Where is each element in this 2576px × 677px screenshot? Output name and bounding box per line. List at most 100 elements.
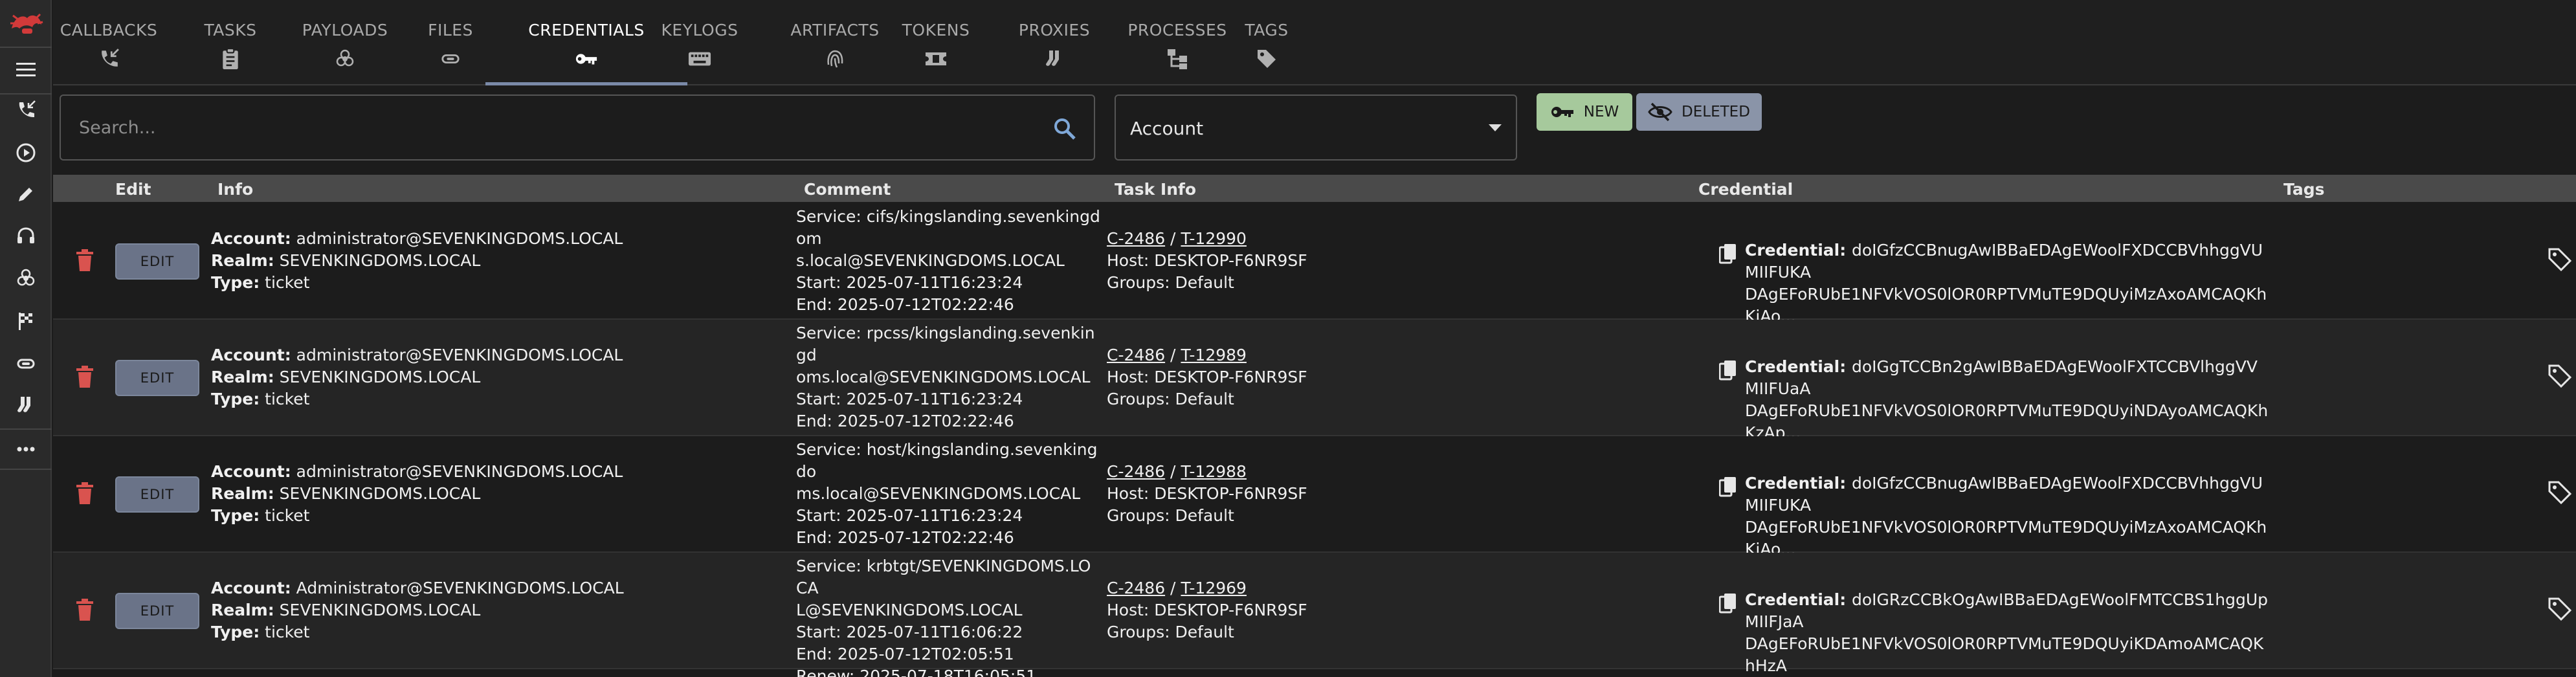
add-tag-icon[interactable] [2548, 480, 2572, 505]
task-groups: Groups: Default [1107, 505, 1307, 527]
credential-value: Credential: doIGfzCCBnugAwIBBaEDAgEWoolF… [1719, 239, 2269, 327]
info-type-label: Type: [211, 506, 260, 525]
paperclip-icon [439, 47, 462, 71]
socks-icon[interactable] [13, 392, 39, 418]
comment-line: End: 2025-07-12T02:22:46 [796, 528, 1014, 547]
task-groups-value: Default [1175, 506, 1234, 525]
credential-label: Credential: [1745, 474, 1852, 493]
credential-comment: Service: rpcss/kingslanding.sevenkingd om… [796, 322, 1100, 454]
add-tag-icon[interactable] [2548, 364, 2572, 388]
task-host-label: Host: [1107, 601, 1155, 619]
copy-icon[interactable] [1719, 360, 1737, 381]
info-realm-value: SEVENKINGDOMS.LOCAL [274, 251, 481, 270]
callback-link[interactable]: C-2486 [1107, 579, 1165, 597]
task-link[interactable]: T-12988 [1181, 462, 1247, 481]
comment-line: L@SEVENKINGDOMS.LOCAL [796, 601, 1023, 619]
add-tag-icon[interactable] [2548, 597, 2572, 621]
delete-icon[interactable] [75, 598, 94, 621]
info-realm-value: SEVENKINGDOMS.LOCAL [274, 601, 481, 619]
search-placeholder: Search... [79, 118, 156, 138]
add-tag-icon[interactable] [2548, 247, 2572, 272]
biohazard-icon[interactable] [13, 265, 39, 291]
info-realm: Realm: SEVENKINGDOMS.LOCAL [211, 250, 623, 272]
search-field-select[interactable]: Account [1115, 94, 1517, 161]
edit-button[interactable]: EDIT [115, 360, 199, 396]
delete-icon[interactable] [75, 365, 94, 388]
task-separator: / [1165, 346, 1181, 364]
tab-files-label: FILES [428, 21, 473, 39]
info-account-label: Account: [211, 579, 291, 597]
edit-button[interactable]: EDIT [115, 593, 199, 629]
task-groups: Groups: Default [1107, 388, 1307, 410]
clipboard-icon [219, 47, 242, 71]
task-links: C-2486 / T-12988 [1107, 461, 1307, 483]
paperclip-icon[interactable] [13, 351, 39, 377]
callback-link[interactable]: C-2486 [1107, 462, 1165, 481]
task-groups-value: Default [1175, 273, 1234, 292]
tab-artifacts[interactable]: ARTIFACTS [769, 0, 901, 85]
key-icon [1551, 107, 1573, 117]
header-tags[interactable]: Tags [2283, 180, 2324, 199]
task-host: Host: DESKTOP-F6NR9SF [1107, 366, 1307, 388]
header-info[interactable]: Info [217, 180, 253, 199]
comment-line: Start: 2025-07-11T16:23:24 [796, 273, 1023, 292]
tab-payloads[interactable]: PAYLOADS [296, 0, 394, 85]
header-credential[interactable]: Credential [1698, 180, 1793, 199]
table-row: EDIT Account: administrator@SEVENKINGDOMS… [53, 436, 2576, 569]
callbacks-icon[interactable] [13, 97, 39, 123]
menu-icon[interactable] [13, 57, 39, 83]
task-groups-label: Groups: [1107, 506, 1175, 525]
header-task-info[interactable]: Task Info [1115, 180, 1196, 199]
tab-tokens[interactable]: TOKENS [896, 0, 976, 85]
edit-button[interactable]: EDIT [115, 243, 199, 280]
copy-icon[interactable] [1719, 243, 1737, 264]
task-link[interactable]: T-12990 [1181, 229, 1247, 248]
tab-processes[interactable]: PROCESSES [1102, 0, 1253, 85]
tab-keylogs[interactable]: KEYLOGS [652, 0, 747, 85]
header-comment[interactable]: Comment [804, 180, 891, 199]
callback-link[interactable]: C-2486 [1107, 346, 1165, 364]
new-credential-button[interactable]: NEW [1537, 93, 1632, 131]
tab-proxies[interactable]: PROXIES [1008, 0, 1100, 85]
comment-line: Service: host/kingslanding.sevenkingdo [796, 440, 1098, 481]
header-edit[interactable]: Edit [115, 180, 151, 199]
info-type-value: ticket [260, 623, 310, 641]
task-groups-value: Default [1175, 623, 1234, 641]
delete-icon[interactable] [75, 249, 94, 272]
task-link[interactable]: T-12989 [1181, 346, 1247, 364]
info-realm-label: Realm: [211, 601, 274, 619]
credential-label: Credential: [1745, 241, 1852, 260]
info-realm: Realm: SEVENKINGDOMS.LOCAL [211, 483, 623, 505]
copy-icon[interactable] [1719, 593, 1737, 614]
tab-tags[interactable]: TAGS [1238, 0, 1296, 85]
info-type: Type: ticket [211, 272, 623, 294]
task-link[interactable]: T-12969 [1181, 579, 1247, 597]
show-deleted-button[interactable]: DELETED [1636, 93, 1762, 131]
callback-link[interactable]: C-2486 [1107, 229, 1165, 248]
task-groups-value: Default [1175, 390, 1234, 408]
tab-proxies-label: PROXIES [1018, 21, 1091, 39]
task-groups-label: Groups: [1107, 273, 1175, 292]
more-icon[interactable] [13, 436, 39, 462]
tab-callbacks[interactable]: CALLBACKS [60, 0, 157, 85]
keyboard-icon [688, 47, 711, 71]
search-input[interactable]: Search... [60, 94, 1095, 161]
app-logo-icon[interactable] [8, 9, 45, 38]
headphones-icon[interactable] [13, 223, 39, 249]
pencil-icon[interactable] [13, 181, 39, 207]
tab-files[interactable]: FILES [425, 0, 476, 85]
credential-info: Account: administrator@SEVENKINGDOMS.LOC… [211, 461, 623, 527]
search-field-value: Account [1130, 118, 1204, 139]
task-info: C-2486 / T-12969 Host: DESKTOP-F6NR9SF Gro… [1107, 577, 1307, 643]
search-icon[interactable] [1052, 117, 1077, 141]
play-circle-icon[interactable] [13, 140, 39, 166]
copy-icon[interactable] [1719, 476, 1737, 497]
info-type: Type: ticket [211, 621, 624, 643]
flag-checkered-icon[interactable] [13, 308, 39, 334]
credential-info: Account: administrator@SEVENKINGDOMS.LOC… [211, 344, 623, 410]
delete-icon[interactable] [75, 482, 94, 505]
comment-line: Renew: 2025-07-18T16:05:51 [796, 667, 1037, 677]
edit-button[interactable]: EDIT [115, 476, 199, 513]
tab-tasks[interactable]: TASKS [203, 0, 258, 85]
info-realm-label: Realm: [211, 484, 274, 503]
